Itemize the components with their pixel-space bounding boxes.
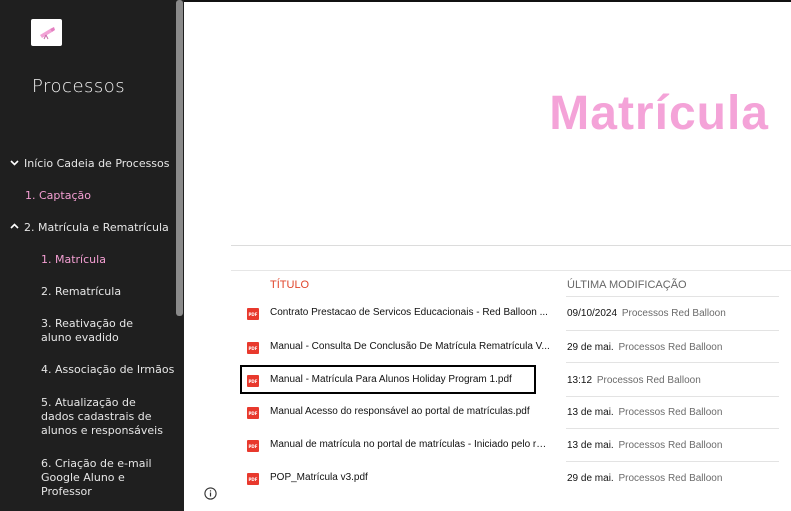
file-date: 13 de mai.: [567, 440, 614, 451]
file-modified: 29 de mai. Processos Red Balloon: [567, 342, 722, 353]
sidebar-item-label: 2. Matrícula e Rematrícula: [24, 221, 169, 234]
file-name[interactable]: Manual de matrícula no portal de matrícu…: [270, 439, 550, 450]
file-modified: 13:12 Processos Red Balloon: [567, 375, 701, 386]
file-owner: Processos Red Balloon: [618, 342, 723, 353]
sidebar-item-label: 4. Associação de Irmãos: [41, 363, 175, 376]
file-owner: Processos Red Balloon: [618, 407, 723, 418]
pdf-icon: PDF: [247, 440, 259, 452]
sidebar-item-label: 6. Criação de e-mail Google Aluno e Prof…: [41, 457, 152, 498]
file-modified: 13 de mai. Processos Red Balloon: [567, 440, 722, 451]
file-name[interactable]: Manual Acesso do responsável ao portal d…: [270, 406, 550, 417]
file-list-header: Título Última modificação: [231, 270, 791, 297]
sidebar-item-label: 5. Atualização de dados cadastrais de al…: [41, 396, 163, 437]
file-row[interactable]: PDF Contrato Prestacao de Servicos Educa…: [231, 298, 791, 330]
pdf-icon: PDF: [247, 342, 259, 354]
file-row[interactable]: PDF Manual de matrícula no portal de mat…: [231, 430, 791, 462]
file-date: 09/10/2024: [567, 308, 618, 319]
chevron-up-icon: [10, 221, 21, 235]
file-row[interactable]: PDF POP_Matrícula v3.pdf 29 de mai. Proc…: [231, 463, 791, 495]
column-header-title[interactable]: Título: [270, 279, 309, 291]
selection-highlight-box: [240, 365, 536, 394]
chevron-down-icon: [10, 157, 21, 171]
row-divider: [566, 428, 779, 429]
row-divider: [566, 362, 779, 363]
file-date: 13 de mai.: [567, 407, 614, 418]
row-divider: [566, 296, 779, 297]
pdf-icon: PDF: [247, 308, 259, 320]
sidebar-item-matricula[interactable]: 1. Matrícula: [41, 253, 106, 267]
sidebar-item-rematricula[interactable]: 2. Rematrícula: [41, 285, 121, 299]
pdf-icon: PDF: [247, 473, 259, 485]
sidebar-item-label: 2. Rematrícula: [41, 285, 122, 298]
sidebar-item-associacao[interactable]: 4. Associação de Irmãos: [41, 363, 174, 377]
file-name[interactable]: Manual - Consulta De Conclusão De Matríc…: [270, 341, 550, 352]
sidebar-item-label: Início Cadeia de Processos: [24, 157, 170, 170]
divider: [231, 245, 791, 246]
sidebar: Processos Início Cadeia de Processos 1. …: [0, 0, 184, 511]
sidebar-item-criacao-email[interactable]: 6. Criação de e-mail Google Aluno e Prof…: [41, 457, 156, 499]
file-owner: Processos Red Balloon: [618, 440, 723, 451]
pdf-icon: PDF: [247, 407, 259, 419]
file-modified: 13 de mai. Processos Red Balloon: [567, 407, 722, 418]
sidebar-item-label: 1. Captação: [25, 189, 91, 202]
sidebar-item-inicio[interactable]: Início Cadeia de Processos: [10, 157, 170, 171]
file-row[interactable]: PDF Manual - Consulta De Conclusão De Ma…: [231, 332, 791, 364]
file-date: 29 de mai.: [567, 473, 614, 484]
sidebar-item-matricula-rematricula[interactable]: 2. Matrícula e Rematrícula: [10, 221, 169, 235]
sidebar-item-captacao[interactable]: 1. Captação: [25, 189, 91, 203]
site-logo[interactable]: [31, 19, 62, 46]
telescope-logo-icon: [39, 26, 55, 39]
file-date: 13:12: [567, 375, 593, 386]
file-row[interactable]: PDF Manual Acesso do responsável ao port…: [231, 397, 791, 429]
file-modified: 09/10/2024 Processos Red Balloon: [567, 308, 726, 319]
file-name[interactable]: POP_Matrícula v3.pdf: [270, 472, 550, 483]
sidebar-item-reativacao[interactable]: 3. Reativação de aluno evadido: [41, 317, 166, 345]
sidebar-item-label: 3. Reativação de aluno evadido: [41, 317, 134, 344]
file-modified: 29 de mai. Processos Red Balloon: [567, 473, 722, 484]
sidebar-scrollbar[interactable]: [176, 0, 183, 316]
column-header-modified[interactable]: Última modificação: [567, 279, 687, 291]
file-name[interactable]: Contrato Prestacao de Servicos Educacion…: [270, 307, 550, 318]
file-date: 29 de mai.: [567, 342, 614, 353]
sidebar-item-label: 1. Matrícula: [41, 253, 106, 266]
info-icon[interactable]: [204, 487, 217, 500]
row-divider: [566, 330, 779, 331]
file-owner: Processos Red Balloon: [621, 308, 726, 319]
sidebar-title: Processos: [32, 76, 126, 97]
page-title: Matrícula: [549, 87, 769, 140]
sidebar-item-atualizacao[interactable]: 5. Atualização de dados cadastrais de al…: [41, 396, 171, 438]
top-border: [184, 0, 791, 2]
file-owner: Processos Red Balloon: [618, 473, 723, 484]
row-divider: [566, 461, 779, 462]
file-owner: Processos Red Balloon: [596, 375, 701, 386]
